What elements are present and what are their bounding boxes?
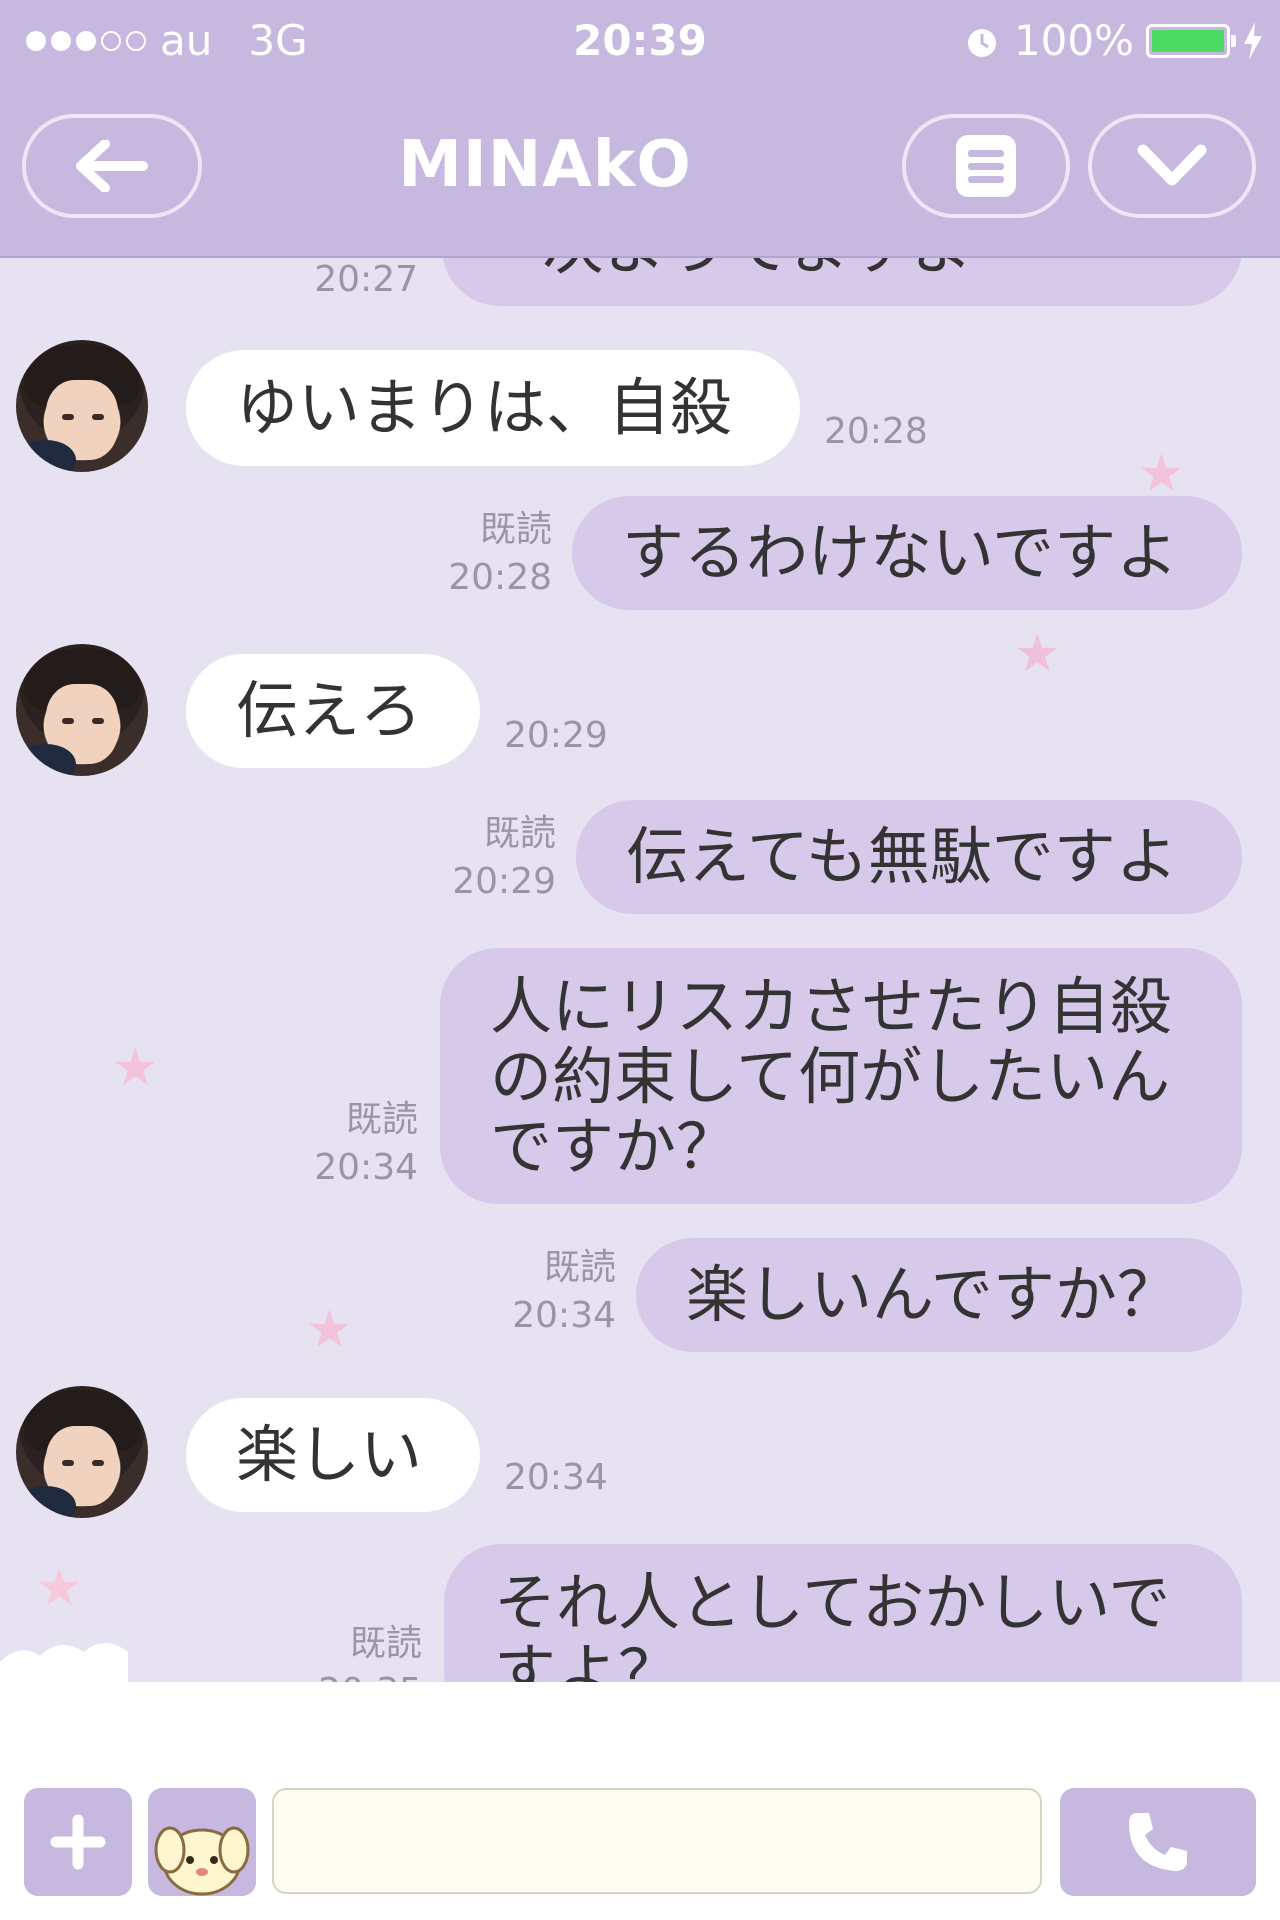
message-line: 人にリスカさせたり自殺 bbox=[490, 970, 1173, 1043]
avatar[interactable] bbox=[16, 644, 148, 776]
message-bubble-outgoing[interactable]: 次ようてますよ bbox=[442, 258, 1242, 306]
status-bar: au 3G 20:39 100% bbox=[0, 0, 1280, 88]
message-meta: 既読 20:28 bbox=[420, 506, 552, 602]
star-decoration: ★ bbox=[1138, 444, 1185, 504]
message-bubble-outgoing[interactable]: 楽しいんですか？ bbox=[636, 1238, 1242, 1352]
chevron-down-icon bbox=[1137, 144, 1207, 186]
add-button[interactable] bbox=[24, 1788, 132, 1896]
puppy-sticker-icon bbox=[154, 1826, 250, 1896]
alarm-icon bbox=[967, 28, 996, 57]
message-text: 伝えても無駄ですよ bbox=[626, 820, 1178, 893]
list-icon bbox=[956, 135, 1016, 197]
message-bubble-outgoing[interactable]: 伝えても無駄ですよ bbox=[576, 800, 1242, 914]
message-time: 20:34 bbox=[504, 1457, 608, 1498]
star-decoration: ★ bbox=[1014, 624, 1061, 684]
star-decoration: ★ bbox=[306, 1300, 353, 1360]
message-bubble-incoming[interactable]: 楽しい bbox=[186, 1398, 480, 1512]
charging-bolt-icon bbox=[1244, 21, 1262, 60]
phone-icon bbox=[1129, 1813, 1187, 1871]
message-time: 20:27 bbox=[314, 259, 418, 300]
menu-button[interactable] bbox=[902, 114, 1070, 218]
message-line: の約束して何がしたいん bbox=[490, 1040, 1171, 1113]
message-text: 伝えろ bbox=[236, 674, 423, 747]
message-text: するわけないですよ bbox=[622, 516, 1179, 589]
battery-percent: 100% bbox=[1013, 16, 1134, 65]
message-time: 20:28 bbox=[824, 411, 928, 452]
message-bubble-incoming[interactable]: ゆいまりは、自殺 bbox=[186, 350, 800, 466]
message-meta: 既読 20:34 bbox=[484, 1244, 616, 1340]
chat-header: MINAkO bbox=[0, 88, 1280, 258]
message-bubble-outgoing[interactable]: 人にリスカさせたり自殺 の約束して何がしたいん ですか？ bbox=[440, 948, 1242, 1204]
message-time: 20:28 bbox=[448, 557, 552, 598]
avatar[interactable] bbox=[16, 340, 148, 472]
star-decoration: ★ bbox=[36, 1558, 83, 1618]
cloud-decoration bbox=[0, 1643, 128, 1682]
call-button[interactable] bbox=[1060, 1788, 1256, 1896]
message-meta: 既読 20:34 bbox=[290, 1096, 418, 1192]
battery-icon bbox=[1146, 23, 1236, 58]
message-time: 20:34 bbox=[512, 1295, 616, 1336]
message-time: 20:29 bbox=[504, 715, 608, 756]
plus-icon bbox=[50, 1814, 106, 1870]
message-time: 20:34 bbox=[314, 1147, 418, 1188]
read-receipt: 既読 bbox=[483, 813, 556, 854]
read-receipt: 既読 bbox=[479, 509, 552, 550]
message-text: 楽しいんですか？ bbox=[686, 1258, 1179, 1331]
chat-area[interactable]: ★ ★ ★ ★ ★ 次ようてますよ 20:27 ゆいまりは、自殺 20:28 既… bbox=[0, 258, 1280, 1682]
dropdown-button[interactable] bbox=[1088, 114, 1256, 218]
message-meta: 既読 20:29 bbox=[424, 810, 556, 906]
message-bubble-outgoing[interactable]: するわけないですよ bbox=[572, 496, 1242, 610]
message-time: 20:29 bbox=[452, 861, 556, 902]
message-text: ゆいまりは、自殺 bbox=[236, 371, 733, 444]
input-bar bbox=[0, 1682, 1280, 1920]
read-receipt: 既読 bbox=[543, 1247, 616, 1288]
message-input[interactable] bbox=[272, 1788, 1042, 1894]
avatar[interactable] bbox=[16, 1386, 148, 1518]
sticker-button[interactable] bbox=[148, 1788, 256, 1896]
message-bubble-incoming[interactable]: 伝えろ bbox=[186, 654, 480, 768]
read-receipt: 既読 bbox=[345, 1099, 418, 1140]
star-decoration: ★ bbox=[112, 1038, 159, 1098]
message-text: 次ようてますよ bbox=[542, 258, 973, 282]
message-line: ですか？ bbox=[490, 1110, 739, 1183]
message-text: 楽しい bbox=[236, 1418, 423, 1491]
status-right: 100% bbox=[962, 16, 1264, 65]
